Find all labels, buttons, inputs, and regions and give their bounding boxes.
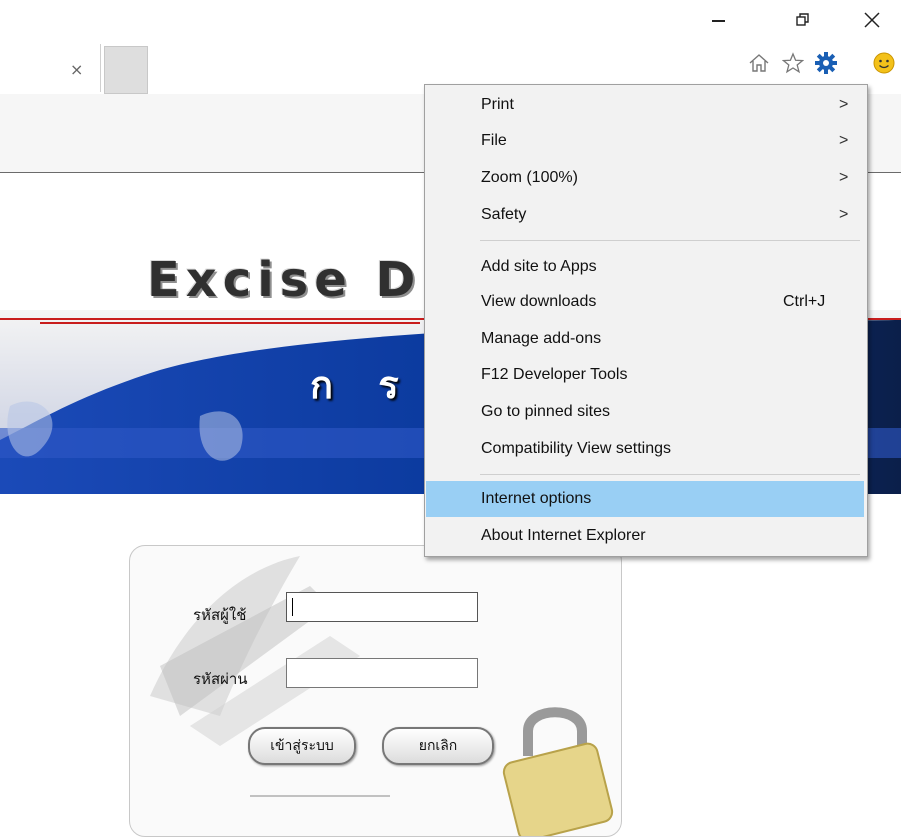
menu-item-label: F12 Developer Tools — [481, 366, 628, 383]
home-icon[interactable] — [748, 52, 770, 74]
menu-item-label: Safety — [481, 206, 527, 223]
menu-separator — [480, 474, 860, 475]
login-button[interactable]: เข้าสู่ระบบ — [248, 727, 356, 765]
menu-item-add-site-to-apps[interactable]: Add site to Apps — [426, 249, 864, 285]
menu-item-f12-developer-tools[interactable]: F12 Developer Tools — [426, 357, 864, 393]
tools-menu: Print > File > Zoom (100%) > Safety > Ad… — [424, 84, 868, 557]
banner-title: Excise D — [147, 252, 422, 308]
close-window-button[interactable] — [852, 6, 892, 34]
menu-item-about-internet-explorer[interactable]: About Internet Explorer — [426, 518, 864, 554]
menu-item-label: File — [481, 132, 507, 149]
login-panel: รหัสผู้ใช้ รหัสผ่าน เข้าสู่ระบบ ยกเลิก — [129, 545, 622, 837]
menu-item-view-downloads[interactable]: View downloads Ctrl+J — [426, 284, 864, 320]
password-label: รหัสผ่าน — [193, 670, 248, 688]
menu-item-manage-add-ons[interactable]: Manage add-ons — [426, 321, 864, 357]
menu-item-internet-options[interactable]: Internet options — [426, 481, 864, 517]
gear-icon[interactable] — [815, 52, 837, 74]
restore-button[interactable] — [783, 6, 823, 34]
submenu-arrow-icon: > — [839, 96, 849, 113]
submenu-arrow-icon: > — [839, 206, 849, 223]
menu-item-print[interactable]: Print > — [426, 87, 864, 123]
close-icon — [864, 12, 880, 28]
password-input[interactable] — [286, 658, 478, 688]
browser-tab[interactable]: × — [0, 44, 101, 92]
menu-item-label: Zoom (100%) — [481, 169, 578, 186]
menu-item-label: Compatibility View settings — [481, 440, 672, 457]
cancel-button[interactable]: ยกเลิก — [382, 727, 494, 765]
menu-item-label: Go to pinned sites — [481, 403, 610, 420]
menu-item-zoom[interactable]: Zoom (100%) > — [426, 160, 864, 196]
menu-item-label: About Internet Explorer — [481, 527, 646, 544]
menu-item-label: Print — [481, 96, 514, 113]
submenu-arrow-icon: > — [839, 132, 849, 149]
menu-item-label: Internet options — [481, 490, 592, 507]
new-tab-button[interactable] — [104, 46, 148, 94]
menu-item-file[interactable]: File > — [426, 123, 864, 159]
menu-item-label: View downloads — [481, 293, 597, 310]
restore-icon — [796, 13, 809, 26]
menu-item-label: Manage add-ons — [481, 330, 602, 347]
menu-item-compatibility-view-settings[interactable]: Compatibility View settings — [426, 431, 864, 467]
tab-close-button[interactable]: × — [70, 60, 83, 79]
username-input[interactable] — [286, 592, 478, 622]
menu-item-safety[interactable]: Safety > — [426, 197, 864, 233]
minimize-button[interactable] — [698, 6, 738, 34]
menu-item-go-to-pinned-sites[interactable]: Go to pinned sites — [426, 394, 864, 430]
menu-separator — [480, 240, 860, 241]
smiley-icon[interactable] — [873, 52, 895, 74]
menu-item-shortcut: Ctrl+J — [783, 293, 826, 310]
padlock-icon — [502, 707, 614, 836]
username-label: รหัสผู้ใช้ — [193, 606, 247, 624]
star-icon[interactable] — [782, 52, 804, 74]
minimize-icon — [711, 20, 725, 22]
menu-item-label: Add site to Apps — [481, 258, 597, 275]
submenu-arrow-icon: > — [839, 169, 849, 186]
